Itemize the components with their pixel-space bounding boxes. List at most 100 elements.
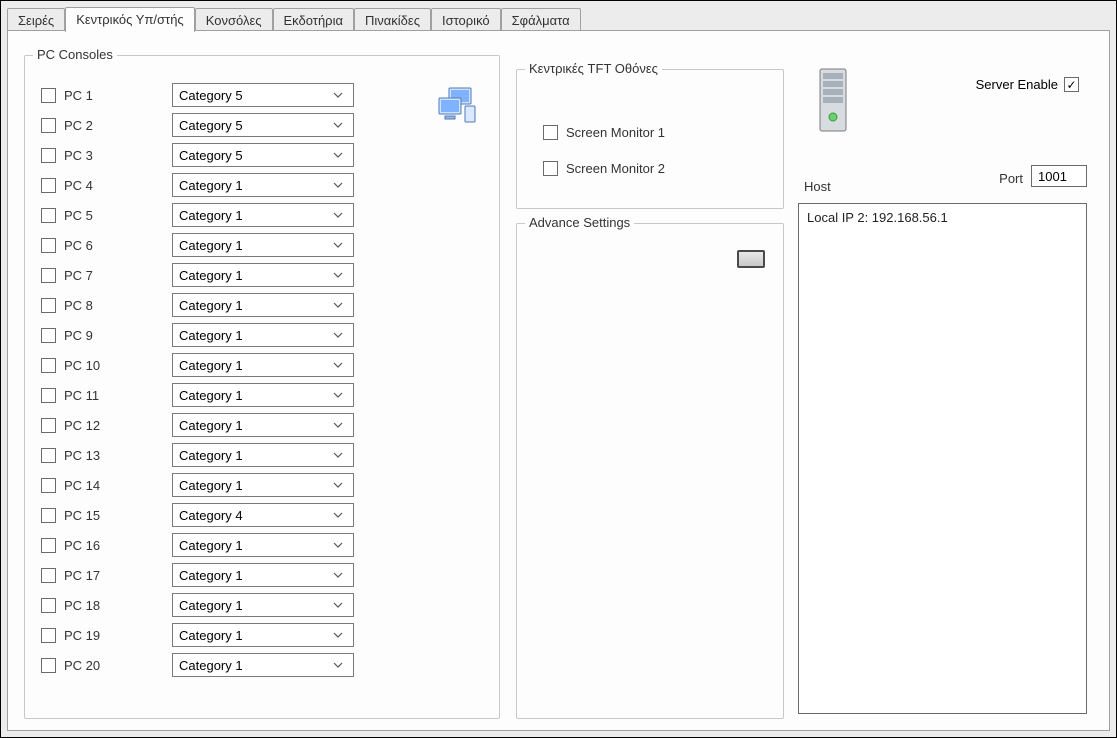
pc-category-combo[interactable]: Category 1 [172,323,354,347]
tft-checkbox[interactable] [543,125,558,140]
settings-panel-icon[interactable] [737,250,765,268]
pc-row: PC 2Category 5 [41,110,354,140]
host-list-item[interactable]: Local IP 2: 192.168.56.1 [807,210,1078,225]
pc-category-value: Category 1 [179,388,243,403]
pc-category-value: Category 4 [179,508,243,523]
pc-label: PC 7 [64,268,172,283]
pc-category-value: Category 1 [179,298,243,313]
pc-checkbox[interactable] [41,628,56,643]
groupbox-tft: Κεντρικές TFT Οθόνες Screen Monitor 1Scr… [516,69,784,209]
pc-row: PC 6Category 1 [41,230,354,260]
tab-history[interactable]: Ιστορικό [431,8,501,31]
port-input[interactable]: 1001 [1031,165,1087,187]
host-listbox[interactable]: Local IP 2: 192.168.56.1 [798,203,1087,714]
pc-checkbox[interactable] [41,178,56,193]
tft-checkbox[interactable] [543,161,558,176]
groupbox-pc-consoles-legend: PC Consoles [33,47,117,62]
pc-checkbox[interactable] [41,418,56,433]
pc-checkbox[interactable] [41,148,56,163]
pc-category-combo[interactable]: Category 1 [172,443,354,467]
pc-category-value: Category 1 [179,178,243,193]
tab-dispensers[interactable]: Εκδοτήρια [273,8,354,31]
pc-category-combo[interactable]: Category 5 [172,83,354,107]
pc-row: PC 14Category 1 [41,470,354,500]
pc-category-combo[interactable]: Category 1 [172,203,354,227]
pc-label: PC 4 [64,178,172,193]
pc-row: PC 4 Category 1 [41,170,354,200]
pc-checkbox[interactable] [41,508,56,523]
pc-category-combo[interactable]: Category 4 [172,503,354,527]
pc-category-combo[interactable]: Category 1 [172,623,354,647]
pc-checkbox[interactable] [41,448,56,463]
pc-category-value: Category 1 [179,268,243,283]
pc-category-combo[interactable]: Category 1 [172,353,354,377]
pc-category-value: Category 5 [179,148,243,163]
pc-category-combo[interactable]: Category 1 [172,563,354,587]
chevron-down-icon [333,632,347,638]
tft-row: Screen Monitor 1 [543,114,665,150]
pc-label: PC 11 [64,388,172,403]
pc-label: PC 8 [64,298,172,313]
server-tower-icon [816,65,850,135]
pc-checkbox[interactable] [41,118,56,133]
pc-category-combo[interactable]: Category 5 [172,143,354,167]
pc-category-combo[interactable]: Category 1 [172,473,354,497]
pc-checkbox[interactable] [41,358,56,373]
pc-category-combo[interactable]: Category 1 [172,533,354,557]
chevron-down-icon [333,272,347,278]
pc-label: PC 14 [64,478,172,493]
pc-row: PC 8 Category 1 [41,290,354,320]
server-enable-checkbox[interactable] [1064,77,1079,92]
tft-label: Screen Monitor 2 [566,161,665,176]
pc-checkbox[interactable] [41,88,56,103]
tft-list: Screen Monitor 1 Screen Monitor 2 [543,114,665,186]
pc-row: PC 7 Category 1 [41,260,354,290]
pc-checkbox[interactable] [41,598,56,613]
pc-checkbox[interactable] [41,658,56,673]
pc-checkbox[interactable] [41,388,56,403]
pc-checkbox[interactable] [41,568,56,583]
groupbox-pc-consoles: PC Consoles PC 1Category 5PC 2Category 5… [24,55,500,719]
pc-label: PC 19 [64,628,172,643]
tab-consoles[interactable]: Κονσόλες [195,8,273,31]
pc-category-combo[interactable]: Category 1 [172,233,354,257]
pc-label: PC 5 [64,208,172,223]
pc-category-combo[interactable]: Category 1 [172,413,354,437]
pc-label: PC 9 [64,328,172,343]
pc-category-combo[interactable]: Category 1 [172,173,354,197]
app-window: Σειρές Κεντρικός Υπ/στής Κονσόλες Εκδοτή… [0,0,1117,738]
pc-category-combo[interactable]: Category 1 [172,293,354,317]
chevron-down-icon [333,662,347,668]
tab-series[interactable]: Σειρές [7,8,65,31]
pc-category-value: Category 1 [179,658,243,673]
tab-errors[interactable]: Σφάλματα [501,8,581,31]
pc-category-value: Category 1 [179,238,243,253]
pc-checkbox[interactable] [41,268,56,283]
pc-category-value: Category 1 [179,538,243,553]
pc-category-combo[interactable]: Category 1 [172,263,354,287]
tabpage-central-server: PC Consoles PC 1Category 5PC 2Category 5… [7,30,1110,731]
server-enable-wrap: Server Enable [976,77,1087,92]
pc-checkbox[interactable] [41,208,56,223]
pc-category-combo[interactable]: Category 1 [172,653,354,677]
chevron-down-icon [333,452,347,458]
pc-category-combo[interactable]: Category 1 [172,383,354,407]
pc-label: PC 17 [64,568,172,583]
chevron-down-icon [333,392,347,398]
pc-label: PC 15 [64,508,172,523]
pc-checkbox[interactable] [41,328,56,343]
pc-checkbox[interactable] [41,478,56,493]
pc-checkbox[interactable] [41,298,56,313]
pc-label: PC 1 [64,88,172,103]
chevron-down-icon [333,362,347,368]
tab-central-server[interactable]: Κεντρικός Υπ/στής [65,7,195,32]
pc-checkbox[interactable] [41,238,56,253]
pc-category-combo[interactable]: Category 1 [172,593,354,617]
tab-signs[interactable]: Πινακίδες [354,8,431,31]
pc-label: PC 20 [64,658,172,673]
pc-row: PC 3Category 5 [41,140,354,170]
chevron-down-icon [333,422,347,428]
pc-checkbox[interactable] [41,538,56,553]
pc-category-combo[interactable]: Category 5 [172,113,354,137]
tabstrip: Σειρές Κεντρικός Υπ/στής Κονσόλες Εκδοτή… [7,7,581,31]
